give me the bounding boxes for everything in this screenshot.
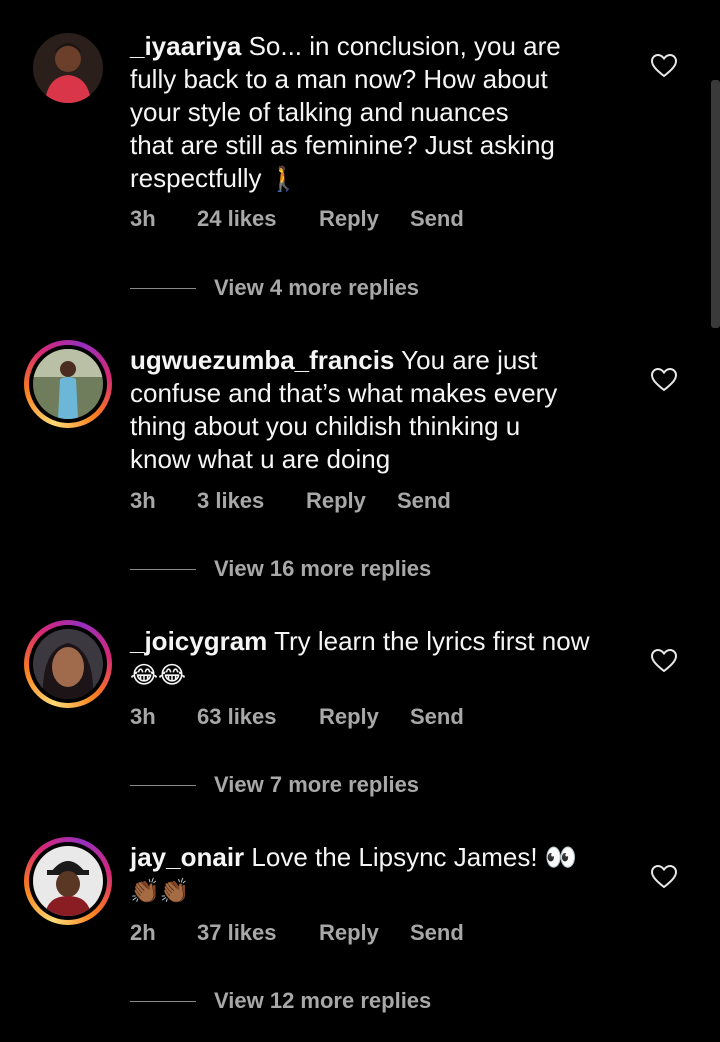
- replies-divider: [130, 569, 196, 570]
- avatar-image: [33, 629, 103, 699]
- heart-outline-icon[interactable]: [651, 54, 677, 78]
- comment-text: _joicygram Try learn the lyrics first no…: [130, 625, 630, 692]
- comment-text: _iyaariya So... in conclusion, you are f…: [130, 30, 630, 196]
- comment-username[interactable]: _iyaariya: [130, 31, 241, 61]
- reply-button[interactable]: Reply: [319, 920, 379, 946]
- comment-username[interactable]: _joicygram: [130, 626, 267, 656]
- avatar-image: [33, 349, 103, 419]
- walking-person-emoji: 🚶: [268, 165, 299, 193]
- send-button[interactable]: Send: [410, 206, 464, 232]
- avatar-image: [33, 33, 103, 103]
- replies-divider: [130, 785, 196, 786]
- comment-time: 3h: [130, 704, 156, 729]
- comment-line: confuse and that’s what makes every: [130, 378, 558, 408]
- likes-count[interactable]: 3 likes: [197, 488, 264, 514]
- avatar[interactable]: [24, 620, 112, 708]
- laughing-emoji: 😂😂: [130, 661, 187, 689]
- comment-text: jay_onair Love the Lipsync James! 👀 👏🏾👏🏾: [130, 841, 630, 908]
- avatar[interactable]: [24, 837, 112, 925]
- comment-username[interactable]: ugwuezumba_francis: [130, 345, 394, 375]
- comment-line: Love the Lipsync James! 👀: [251, 842, 578, 872]
- view-replies-label: View 16 more replies: [214, 556, 432, 581]
- comment-line: your style of talking and nuances: [130, 97, 509, 127]
- view-replies-label: View 12 more replies: [214, 988, 432, 1013]
- comment-line: So... in conclusion, you are: [248, 31, 561, 61]
- comment-line: thing about you childish thinking u: [130, 411, 521, 441]
- avatar[interactable]: [24, 24, 112, 112]
- reply-button[interactable]: Reply: [319, 704, 379, 730]
- replies-divider: [130, 1001, 196, 1002]
- send-button[interactable]: Send: [397, 488, 451, 514]
- likes-count[interactable]: 37 likes: [197, 920, 277, 946]
- comment-line: respectfully: [130, 163, 262, 193]
- avatar-image: [33, 846, 103, 916]
- heart-outline-icon[interactable]: [651, 368, 677, 392]
- view-replies-label: View 4 more replies: [214, 275, 420, 300]
- comment-line: know what u are doing: [130, 444, 391, 474]
- comment-time: 3h: [130, 488, 156, 513]
- heart-outline-icon[interactable]: [651, 865, 677, 889]
- comment-time: 2h: [130, 920, 156, 945]
- likes-count[interactable]: 63 likes: [197, 704, 277, 730]
- comment-line: You are just: [401, 345, 538, 375]
- view-replies-label: View 7 more replies: [214, 772, 420, 797]
- send-button[interactable]: Send: [410, 704, 464, 730]
- reply-button[interactable]: Reply: [306, 488, 366, 514]
- send-button[interactable]: Send: [410, 920, 464, 946]
- comment-username[interactable]: jay_onair: [130, 842, 244, 872]
- heart-outline-icon[interactable]: [651, 649, 677, 673]
- replies-divider: [130, 288, 196, 289]
- comment-time: 3h: [130, 206, 156, 231]
- comment-line: that are still as feminine? Just asking: [130, 130, 555, 160]
- clapping-hands-emoji: 👏🏾👏🏾: [130, 877, 190, 905]
- comment-text: ugwuezumba_francis You are just confuse …: [130, 344, 630, 476]
- scrollbar[interactable]: [711, 80, 720, 328]
- avatar[interactable]: [24, 340, 112, 428]
- comment-line: fully back to a man now? How about: [130, 64, 548, 94]
- reply-button[interactable]: Reply: [319, 206, 379, 232]
- comment-line: Try learn the lyrics first now: [274, 626, 590, 656]
- likes-count[interactable]: 24 likes: [197, 206, 277, 232]
